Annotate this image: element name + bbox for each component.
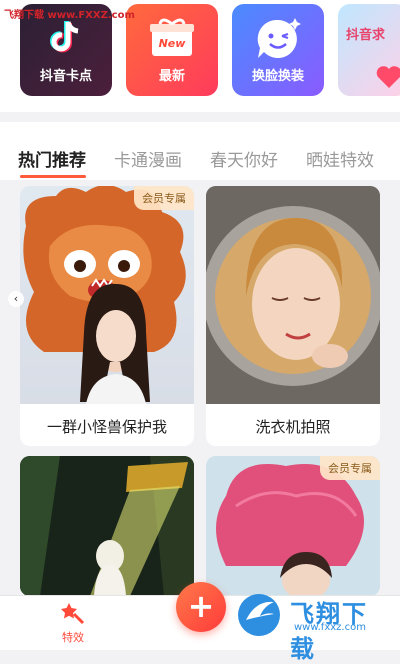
template-card[interactable]: 洗衣机拍照 bbox=[206, 186, 380, 446]
heart-balloon-icon bbox=[372, 58, 400, 96]
template-title: 洗衣机拍照 bbox=[255, 418, 331, 436]
vip-badge: 会员专属 bbox=[134, 186, 194, 210]
category-label: 换脸换装 bbox=[251, 69, 304, 84]
nav-effects[interactable]: 特效 bbox=[56, 600, 90, 645]
tab-kids[interactable]: 晒娃特效 bbox=[306, 146, 374, 171]
plus-icon: + bbox=[187, 587, 215, 625]
site-watermark: 飞翔下载 www.FXXZ.com bbox=[4, 10, 135, 21]
template-thumbnail bbox=[20, 456, 194, 596]
tab-hot[interactable]: 热门推荐 bbox=[18, 146, 86, 171]
tiktok-note-icon bbox=[20, 16, 112, 64]
template-thumbnail bbox=[20, 186, 194, 404]
magic-wand-star-icon bbox=[56, 600, 90, 629]
tab-cartoon[interactable]: 卡通漫画 bbox=[114, 146, 182, 171]
template-title: 一群小怪兽保护我 bbox=[46, 418, 167, 436]
template-card[interactable]: 会员专属 一群小怪兽保护我 bbox=[20, 186, 194, 446]
chevron-left-icon[interactable]: ‹ bbox=[8, 291, 24, 307]
watermark-url: www.fxxz.com bbox=[294, 622, 366, 633]
active-tab-indicator bbox=[20, 175, 86, 178]
category-face-swap[interactable]: 换脸换装 bbox=[232, 4, 324, 96]
new-badge: New bbox=[159, 37, 187, 50]
category-tiktok-ask[interactable]: 抖音求 bbox=[338, 4, 400, 96]
template-thumbnail bbox=[206, 186, 380, 404]
category-label: 抖音求 bbox=[346, 28, 386, 43]
template-card[interactable]: 会员专属 bbox=[206, 456, 380, 596]
vip-badge: 会员专属 bbox=[320, 456, 380, 480]
gift-box-new-icon: New bbox=[126, 16, 218, 64]
category-label: 抖音卡点 bbox=[39, 69, 92, 84]
category-newest[interactable]: New 最新 bbox=[126, 4, 218, 96]
category-label: 最新 bbox=[158, 69, 185, 84]
nav-effects-label: 特效 bbox=[62, 631, 84, 644]
template-card[interactable] bbox=[20, 456, 194, 596]
create-button[interactable]: + bbox=[176, 582, 226, 632]
fxxz-logo-icon bbox=[236, 592, 282, 642]
wink-face-icon bbox=[232, 16, 324, 66]
download-site-watermark: 飞翔下载 www.fxxz.com bbox=[232, 590, 392, 663]
tab-spring[interactable]: 春天你好 bbox=[210, 146, 278, 171]
category-tabs: 热门推荐 卡通漫画 春天你好 晒娃特效 bbox=[0, 122, 400, 180]
